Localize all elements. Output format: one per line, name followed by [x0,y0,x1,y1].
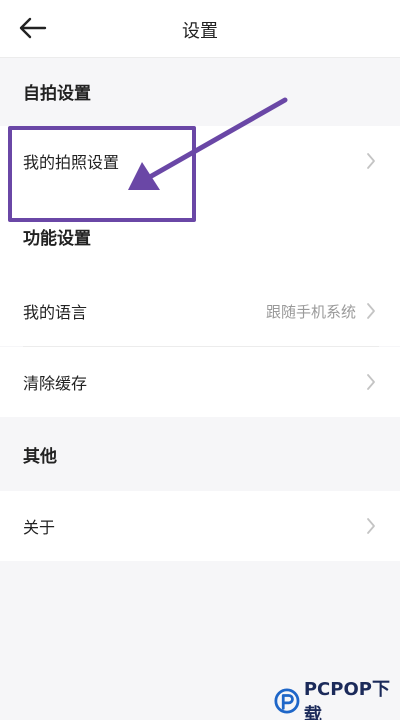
watermark: PCPOP下载 [274,679,400,720]
annotation-arrow-icon [128,97,288,190]
watermark-text: PCPOP下载 [303,679,390,720]
pcpop-logo-icon [274,688,300,714]
